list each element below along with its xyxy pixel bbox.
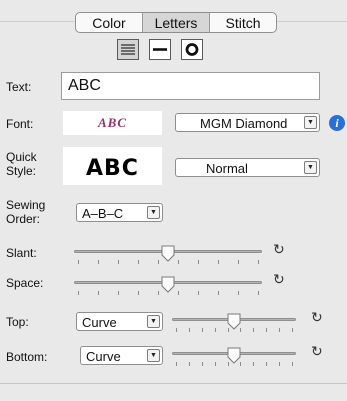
slider-tick — [189, 328, 190, 332]
slider-tick — [98, 260, 99, 264]
slider-tick — [176, 328, 177, 332]
text-input[interactable]: ABC — [61, 72, 320, 100]
font-preview: ABC — [63, 111, 162, 135]
slider-tick — [158, 260, 159, 264]
quick-style-preview-text: ABC — [86, 156, 139, 181]
slider-tick — [266, 362, 267, 366]
bottom-slider[interactable] — [172, 347, 296, 371]
slider-tick — [138, 291, 139, 295]
slider-tick — [292, 328, 293, 332]
slider-thumb[interactable] — [160, 276, 176, 294]
slider-tick — [279, 328, 280, 332]
slider-tick — [178, 291, 179, 295]
sewing-order-selected: A–B–C — [82, 206, 124, 221]
slider-tick — [118, 291, 119, 295]
bottom-reset-icon[interactable]: ↻ — [311, 344, 323, 358]
slant-slider[interactable] — [74, 245, 262, 269]
dropdown-arrow-icon: ▼ — [147, 315, 160, 328]
text-value: ABC — [68, 77, 101, 94]
slider-tick — [198, 291, 199, 295]
slider-tick — [189, 362, 190, 366]
line-icon — [153, 48, 167, 51]
quick-style-dropdown[interactable]: Normal ▼ — [175, 158, 320, 177]
slider-tick — [253, 328, 254, 332]
slider-tick — [238, 291, 239, 295]
slider-tick — [202, 328, 203, 332]
sewing-order-label-1: Sewing — [6, 198, 46, 212]
slider-tick — [218, 291, 219, 295]
font-selected: MGM Diamond — [200, 116, 288, 131]
bottom-curve-dropdown[interactable]: Curve ▼ — [80, 346, 163, 365]
top-curve-dropdown[interactable]: Curve ▼ — [76, 312, 163, 331]
space-reset-icon[interactable]: ↻ — [273, 272, 285, 286]
tab-letters[interactable]: Letters — [143, 13, 210, 32]
slider-tick — [279, 362, 280, 366]
bottom-label: Bottom: — [6, 350, 48, 364]
dropdown-arrow-icon: ▼ — [304, 116, 317, 129]
slider-thumb[interactable] — [160, 245, 176, 263]
dropdown-arrow-icon: ▼ — [304, 161, 317, 174]
slider-tick — [292, 362, 293, 366]
slider-tick — [258, 260, 259, 264]
slider-tick — [176, 362, 177, 366]
quick-style-preview: ABC — [63, 147, 162, 185]
dropdown-arrow-icon: ▼ — [147, 349, 160, 362]
top-label: Top: — [6, 315, 29, 329]
font-dropdown[interactable]: MGM Diamond ▼ — [175, 113, 320, 132]
slider-tick — [266, 328, 267, 332]
space-label: Space: — [6, 276, 44, 290]
slider-thumb[interactable] — [226, 347, 242, 365]
slider-tick — [78, 291, 79, 295]
slider-tick — [198, 260, 199, 264]
circle-button[interactable] — [181, 39, 203, 60]
left-align-button[interactable] — [117, 39, 139, 60]
circle-icon — [185, 43, 199, 56]
slider-tick — [78, 260, 79, 264]
top-reset-icon[interactable]: ↻ — [311, 310, 323, 324]
slider-tick — [178, 260, 179, 264]
slant-label: Slant: — [6, 246, 37, 260]
lines-icon — [121, 44, 135, 55]
slider-tick — [258, 291, 259, 295]
top-curve-selected: Curve — [82, 315, 117, 330]
quick-style-label-1: Quick — [6, 150, 37, 164]
slider-thumb[interactable] — [226, 313, 242, 331]
slider-tick — [215, 328, 216, 332]
bottom-curve-selected: Curve — [86, 349, 121, 364]
dropdown-arrow-icon: ▼ — [147, 206, 160, 219]
top-slider[interactable] — [172, 313, 296, 337]
bottom-divider — [0, 383, 347, 384]
slider-tick — [138, 260, 139, 264]
text-label: Text: — [6, 80, 32, 94]
tab-color[interactable]: Color — [76, 13, 143, 32]
space-slider[interactable] — [74, 276, 262, 300]
slider-tick — [215, 362, 216, 366]
tab-stitch[interactable]: Stitch — [210, 13, 276, 32]
info-icon[interactable]: i — [329, 115, 345, 131]
font-preview-text: ABC — [97, 115, 127, 130]
slider-tick — [253, 362, 254, 366]
font-label: Font: — [6, 117, 34, 131]
tab-bar: Color Letters Stitch — [75, 12, 277, 33]
quick-style-selected: Normal — [206, 161, 248, 176]
sewing-order-dropdown[interactable]: A–B–C ▼ — [76, 203, 163, 222]
slider-tick — [158, 291, 159, 295]
slider-tick — [218, 260, 219, 264]
slider-tick — [118, 260, 119, 264]
quick-style-label-2: Style: — [6, 164, 37, 178]
single-line-button[interactable] — [149, 39, 171, 60]
slant-reset-icon[interactable]: ↻ — [273, 242, 285, 256]
slider-tick — [202, 362, 203, 366]
slider-tick — [98, 291, 99, 295]
sewing-order-label-2: Order: — [6, 212, 41, 226]
slider-tick — [238, 260, 239, 264]
